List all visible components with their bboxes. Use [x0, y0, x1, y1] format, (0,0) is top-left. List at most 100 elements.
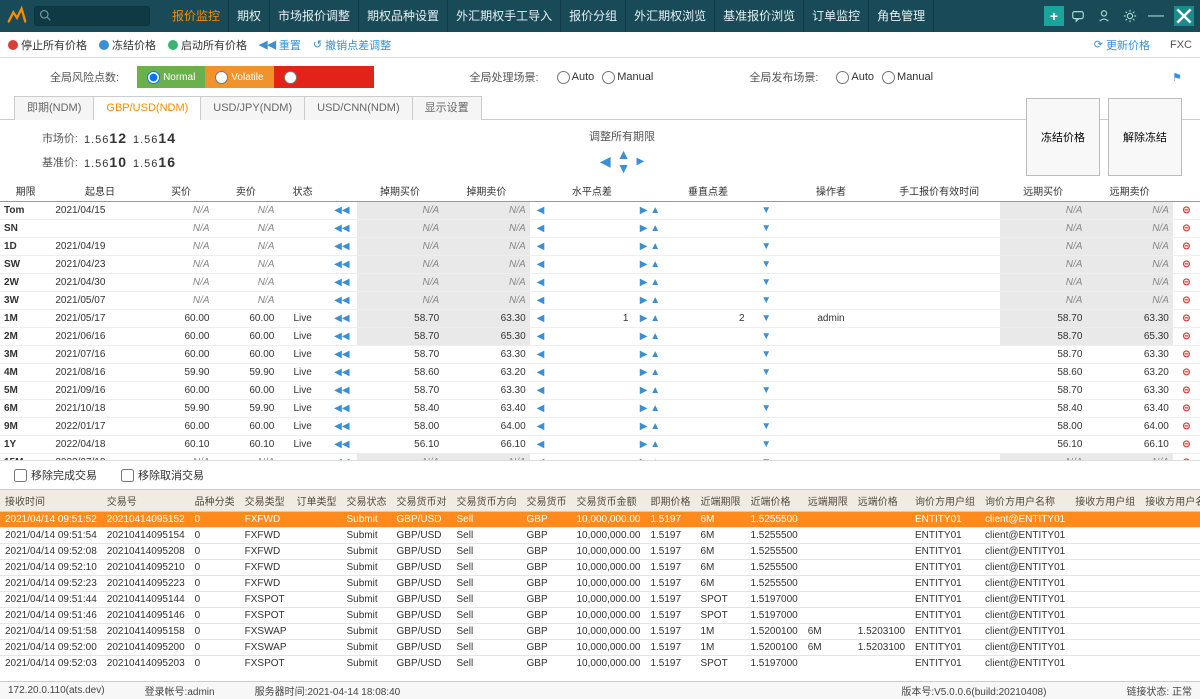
- row-left-icon[interactable]: ◀◀: [334, 367, 349, 378]
- row-left-icon[interactable]: ◀◀: [334, 259, 349, 270]
- nav-tab[interactable]: 外汇期权浏览: [626, 0, 715, 32]
- stop-all-button[interactable]: 停止所有价格: [8, 37, 87, 53]
- row-up-icon[interactable]: ▲: [650, 205, 660, 216]
- row-up-icon[interactable]: ▲: [650, 313, 660, 324]
- row-stop-icon[interactable]: ⊝: [1182, 295, 1190, 306]
- reset-button[interactable]: ◀◀重置: [259, 37, 301, 53]
- adjust-down-icon[interactable]: ▼: [617, 161, 631, 175]
- remove-done-checkbox[interactable]: 移除完成交易: [14, 467, 97, 483]
- row-left2-icon[interactable]: ◀: [537, 403, 545, 414]
- row-left2-icon[interactable]: ◀: [537, 349, 545, 360]
- blotter-row[interactable]: 2021/04/14 09:51:44202104140951440FXSPOT…: [0, 592, 1200, 608]
- blotter-row[interactable]: 2021/04/14 09:51:52202104140951520FXFWDS…: [0, 512, 1200, 528]
- tenor-row[interactable]: 1Y2022/04/1860.1060.10Live◀◀56.1066.10◀▶…: [0, 436, 1200, 454]
- freeze-button[interactable]: 冻结价格: [99, 37, 156, 53]
- row-down-icon[interactable]: ▼: [761, 421, 771, 432]
- blotter-row[interactable]: 2021/04/14 09:51:46202104140951460FXSPOT…: [0, 608, 1200, 624]
- row-right-icon[interactable]: ▶: [640, 259, 648, 270]
- nav-tab[interactable]: 市场报价调整: [270, 0, 359, 32]
- tenor-row[interactable]: 4M2021/08/1659.9059.90Live◀◀58.6063.20◀▶…: [0, 364, 1200, 382]
- row-down-icon[interactable]: ▼: [761, 349, 771, 360]
- row-left2-icon[interactable]: ◀: [537, 223, 545, 234]
- risk-normal[interactable]: Normal: [137, 66, 205, 88]
- row-left2-icon[interactable]: ◀: [537, 241, 545, 252]
- proc-auto[interactable]: Auto: [557, 71, 595, 84]
- adjust-left-icon[interactable]: ◀: [600, 153, 611, 170]
- tenor-row[interactable]: SNN/AN/A◀◀N/AN/A◀▶ ▲▼N/AN/A⊝: [0, 220, 1200, 238]
- row-left2-icon[interactable]: ◀: [537, 457, 545, 460]
- row-stop-icon[interactable]: ⊝: [1182, 259, 1190, 270]
- row-up-icon[interactable]: ▲: [650, 331, 660, 342]
- row-left-icon[interactable]: ◀◀: [334, 277, 349, 288]
- row-left-icon[interactable]: ◀◀: [334, 403, 349, 414]
- row-up-icon[interactable]: ▲: [650, 259, 660, 270]
- tenor-row[interactable]: Tom2021/04/15N/AN/A◀◀N/AN/A◀▶ ▲▼N/AN/A⊝: [0, 202, 1200, 220]
- row-left2-icon[interactable]: ◀: [537, 259, 545, 270]
- nav-tab[interactable]: 订单监控: [804, 0, 869, 32]
- row-right-icon[interactable]: ▶: [640, 205, 648, 216]
- row-left-icon[interactable]: ◀◀: [334, 385, 349, 396]
- row-left-icon[interactable]: ◀◀: [334, 313, 349, 324]
- row-down-icon[interactable]: ▼: [761, 205, 771, 216]
- price-tab[interactable]: 显示设置: [412, 96, 482, 120]
- row-right-icon[interactable]: ▶: [640, 223, 648, 234]
- row-right-icon[interactable]: ▶: [640, 241, 648, 252]
- row-right-icon[interactable]: ▶: [640, 313, 648, 324]
- row-left2-icon[interactable]: ◀: [537, 295, 545, 306]
- row-stop-icon[interactable]: ⊝: [1182, 331, 1190, 342]
- risk-volatile[interactable]: Volatile: [205, 66, 273, 88]
- proc-manual[interactable]: Manual: [602, 71, 653, 84]
- adjust-up-icon[interactable]: ▲: [617, 147, 631, 161]
- row-down-icon[interactable]: ▼: [761, 223, 771, 234]
- gear-icon[interactable]: [1122, 8, 1138, 24]
- row-down-icon[interactable]: ▼: [761, 295, 771, 306]
- pub-auto[interactable]: Auto: [836, 71, 874, 84]
- row-up-icon[interactable]: ▲: [650, 277, 660, 288]
- row-stop-icon[interactable]: ⊝: [1182, 385, 1190, 396]
- tenor-row[interactable]: SW2021/04/23N/AN/A◀◀N/AN/A◀▶ ▲▼N/AN/A⊝: [0, 256, 1200, 274]
- nav-tab[interactable]: 期权品种设置: [359, 0, 448, 32]
- row-left2-icon[interactable]: ◀: [537, 385, 545, 396]
- blotter-row[interactable]: 2021/04/14 09:52:00202104140952000FXSWAP…: [0, 640, 1200, 656]
- nav-tab[interactable]: 外汇期权手工导入: [448, 0, 561, 32]
- row-stop-icon[interactable]: ⊝: [1182, 241, 1190, 252]
- row-right-icon[interactable]: ▶: [640, 421, 648, 432]
- row-left-icon[interactable]: ◀◀: [334, 457, 349, 460]
- row-left2-icon[interactable]: ◀: [537, 277, 545, 288]
- chat-icon[interactable]: [1070, 8, 1086, 24]
- tenor-row[interactable]: 5M2021/09/1660.0060.00Live◀◀58.7063.30◀▶…: [0, 382, 1200, 400]
- blotter-row[interactable]: 2021/04/14 09:52:08202104140952080FXFWDS…: [0, 544, 1200, 560]
- row-stop-icon[interactable]: ⊝: [1182, 349, 1190, 360]
- row-stop-icon[interactable]: ⊝: [1182, 457, 1190, 460]
- row-up-icon[interactable]: ▲: [650, 349, 660, 360]
- row-up-icon[interactable]: ▲: [650, 421, 660, 432]
- nav-tab[interactable]: 角色管理: [869, 0, 934, 32]
- price-tab[interactable]: USD/JPY(NDM): [200, 96, 305, 120]
- row-left-icon[interactable]: ◀◀: [334, 349, 349, 360]
- row-stop-icon[interactable]: ⊝: [1182, 421, 1190, 432]
- row-left-icon[interactable]: ◀◀: [334, 205, 349, 216]
- minimize-icon[interactable]: —: [1148, 8, 1164, 24]
- price-tab[interactable]: 即期(NDM): [14, 96, 94, 120]
- user-icon[interactable]: [1096, 8, 1112, 24]
- row-left2-icon[interactable]: ◀: [537, 205, 545, 216]
- search-input[interactable]: [55, 10, 145, 22]
- update-price-button[interactable]: ⟳更新价格: [1094, 37, 1150, 53]
- row-left-icon[interactable]: ◀◀: [334, 421, 349, 432]
- row-up-icon[interactable]: ▲: [650, 439, 660, 450]
- row-stop-icon[interactable]: ⊝: [1182, 277, 1190, 288]
- row-left-icon[interactable]: ◀◀: [334, 439, 349, 450]
- row-right-icon[interactable]: ▶: [640, 295, 648, 306]
- row-down-icon[interactable]: ▼: [761, 259, 771, 270]
- row-right-icon[interactable]: ▶: [640, 277, 648, 288]
- row-right-icon[interactable]: ▶: [640, 457, 648, 460]
- row-right-icon[interactable]: ▶: [640, 367, 648, 378]
- nav-tab[interactable]: 报价监控: [164, 0, 229, 32]
- row-up-icon[interactable]: ▲: [650, 367, 660, 378]
- row-stop-icon[interactable]: ⊝: [1182, 205, 1190, 216]
- row-left-icon[interactable]: ◀◀: [334, 223, 349, 234]
- row-down-icon[interactable]: ▼: [761, 367, 771, 378]
- global-search[interactable]: [34, 6, 150, 26]
- flag-icon[interactable]: ⚑: [1172, 71, 1182, 84]
- tenor-row[interactable]: 9M2022/01/1760.0060.00Live◀◀58.0064.00◀▶…: [0, 418, 1200, 436]
